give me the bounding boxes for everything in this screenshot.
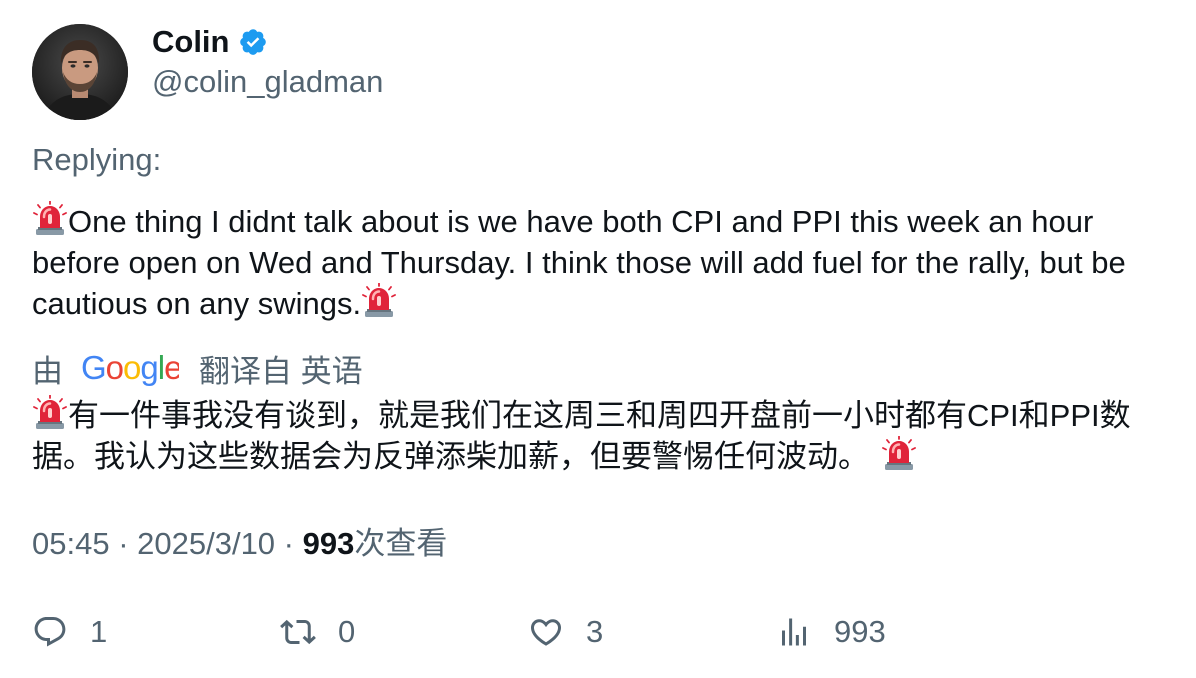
reply-button[interactable]: 1 bbox=[32, 610, 107, 654]
siren-icon bbox=[882, 436, 916, 470]
views-count: 993 bbox=[302, 526, 355, 561]
translation-suffix[interactable]: 翻译自 英语 bbox=[199, 346, 363, 391]
translation-attribution: 由 Google 翻译自 英语 bbox=[32, 346, 363, 391]
meta-separator: · bbox=[109, 526, 138, 561]
avatar[interactable] bbox=[32, 24, 128, 120]
siren-icon bbox=[362, 283, 397, 317]
like-count: 3 bbox=[586, 614, 604, 649]
tweet-action-bar: 1 0 3 993 bbox=[0, 610, 1196, 654]
replying-label: Replying: bbox=[32, 142, 162, 177]
like-button[interactable]: 3 bbox=[528, 610, 603, 654]
tweet-text-content: One thing I didnt talk about is we have … bbox=[32, 204, 1126, 321]
translation-prefix: 由 bbox=[32, 353, 63, 389]
reply-icon bbox=[34, 617, 66, 647]
translated-text-content: 有一件事我没有谈到，就是我们在这周三和周四开盘前一小时都有CPI和PPI数据。我… bbox=[32, 398, 1131, 474]
siren-icon bbox=[33, 395, 67, 429]
svg-text:Google: Google bbox=[81, 349, 179, 386]
meta-separator: · bbox=[275, 526, 303, 561]
retweet-icon bbox=[280, 619, 316, 645]
avatar-photo bbox=[32, 24, 128, 120]
views-label: 次查看 bbox=[354, 526, 448, 561]
retweet-count: 0 bbox=[338, 614, 356, 649]
siren-icon bbox=[33, 201, 67, 235]
views-action-count: 993 bbox=[834, 614, 886, 649]
author-handle[interactable]: @colin_gladman bbox=[152, 62, 383, 102]
translated-text: 有一件事我没有谈到，就是我们在这周三和周四开盘前一小时都有CPI和PPI数据。我… bbox=[32, 395, 1172, 477]
author-name-row: Colin bbox=[152, 22, 268, 62]
tweet-meta: 05:45 · 2025/3/10 · 993次查看 bbox=[32, 524, 447, 564]
tweet-date[interactable]: 2025/3/10 bbox=[137, 526, 275, 561]
reply-count: 1 bbox=[90, 614, 108, 649]
author-display-name[interactable]: Colin bbox=[152, 22, 230, 62]
tweet-text: One thing I didnt talk about is we have … bbox=[32, 201, 1172, 325]
views-button[interactable]: 993 bbox=[776, 610, 886, 654]
heart-icon bbox=[530, 619, 562, 646]
google-logo: Google bbox=[81, 349, 179, 386]
tweet-time[interactable]: 05:45 bbox=[32, 526, 110, 561]
analytics-icon bbox=[782, 618, 806, 646]
verified-badge-icon[interactable] bbox=[238, 27, 268, 57]
retweet-button[interactable]: 0 bbox=[280, 610, 355, 654]
